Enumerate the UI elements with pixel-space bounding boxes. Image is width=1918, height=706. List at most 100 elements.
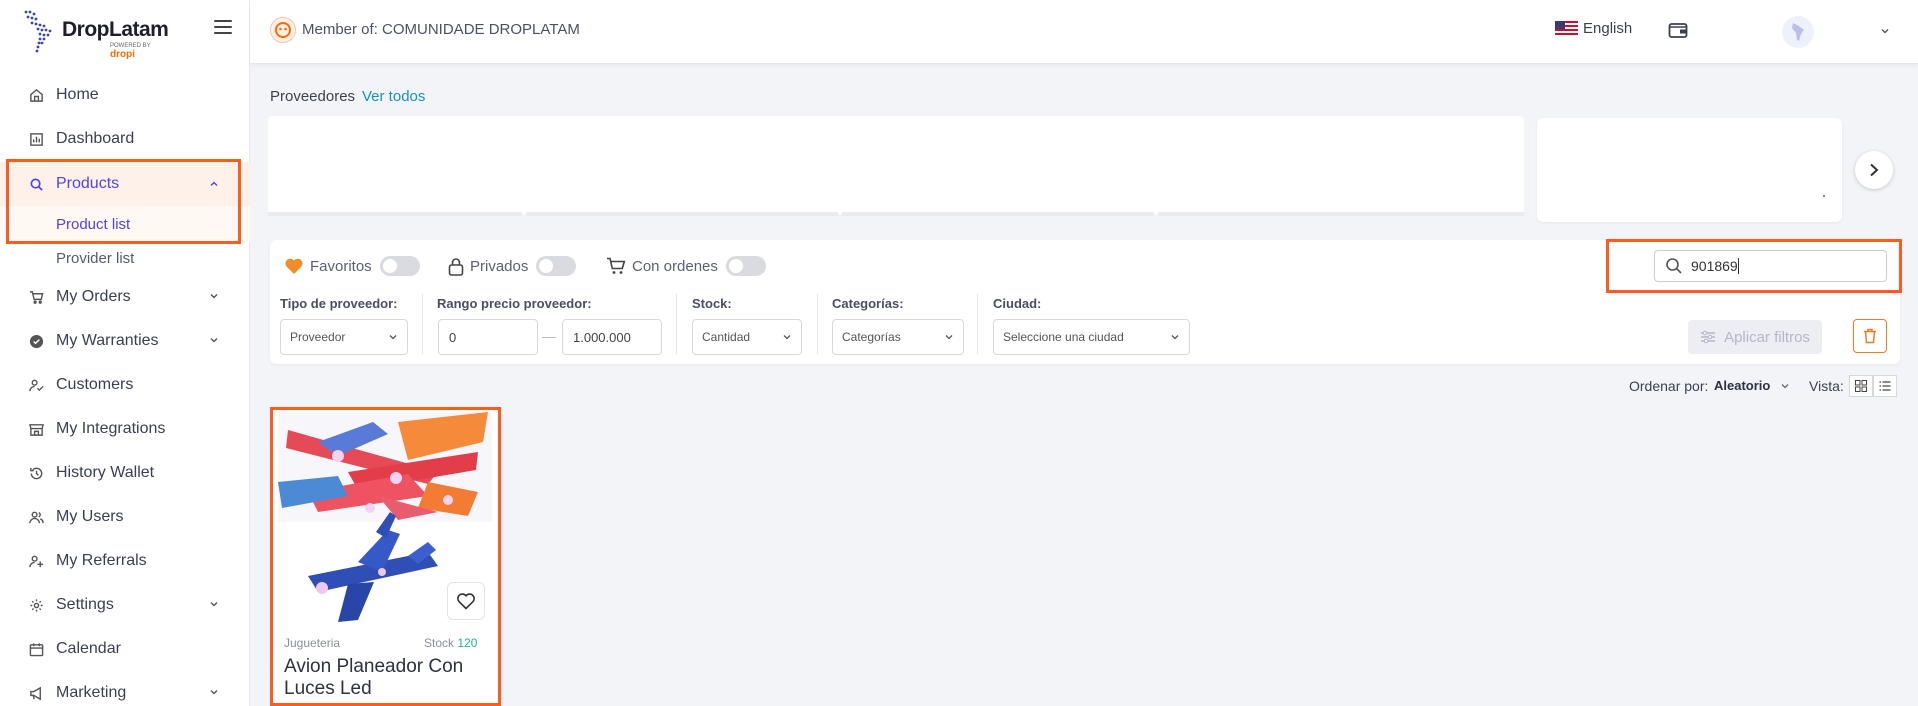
with-orders-toggle[interactable] [725,256,766,276]
brand-powered-name: dropi [110,49,135,60]
view-all-providers-link[interactable]: Ver todos [362,88,425,105]
sidebar-item-my-orders[interactable]: My Orders [0,280,250,314]
provider-type-select[interactable]: Proveedor [280,319,408,355]
apply-filters-button[interactable]: Aplicar filtros [1688,320,1822,354]
megaphone-icon [28,685,44,701]
language-label: English [1583,20,1633,37]
provider-type-label: Tipo de proveedor: [280,296,398,311]
list-view-button[interactable] [1873,375,1897,397]
sidebar-item-my-warranties[interactable]: My Warranties [0,324,250,358]
wallet-icon[interactable] [1668,21,1688,39]
filter-divider [977,294,978,354]
chevron-down-icon [1171,335,1179,340]
favorites-toggle[interactable] [379,256,420,276]
membership-text: Member of: COMUNIDADE DROPLATAM [302,21,580,38]
user-check-icon [28,377,44,393]
language-selector[interactable]: English [1555,20,1632,37]
product-category: Jugueteria [284,636,341,650]
list-icon [1879,381,1891,391]
clear-filters-button[interactable] [1853,319,1887,353]
user-avatar[interactable] [1782,16,1814,48]
categories-select[interactable]: Categorías [832,319,964,355]
filter-divider [422,294,423,354]
latam-map-avatar-icon [1792,23,1804,41]
sidebar-item-label: Calendar [56,640,121,657]
product-search-input[interactable]: 901869 [1654,250,1887,282]
view-label: Vista: [1809,378,1844,394]
sidebar-item-customers[interactable]: Customers [0,368,250,402]
city-label: Ciudad: [993,296,1042,311]
categories-value: Categorías [842,330,901,344]
search-value: 901869 [1691,258,1738,274]
sidebar-item-label: Home [56,86,99,103]
sidebar-item-settings[interactable]: Settings [0,588,250,622]
sidebar-item-my-integrations[interactable]: My Integrations [0,412,250,446]
product-stock: Stock 120 [424,636,477,650]
brand-logo[interactable]: DropLatam POWERED BY dropi [22,6,172,60]
filters-panel: Favoritos Privados Con ordenes 901869 Ti… [270,240,1900,364]
chevron-up-icon [210,181,218,186]
stock-select[interactable]: Cantidad [692,319,802,355]
chevron-down-icon[interactable] [1880,26,1890,36]
stock-label: Stock: [692,296,732,311]
sidebar-item-products[interactable]: Products [0,162,250,206]
top-header: Member of: COMUNIDADE DROPLATAM English [250,0,1918,64]
with-orders-filter: Con ordenes [606,256,766,276]
sidebar-item-label: Marketing [56,684,127,701]
providers-card-edges [268,212,1524,216]
grid-view-button[interactable] [1849,375,1873,397]
users-icon [28,509,44,525]
sidebar-item-label: Products [56,175,120,192]
sidebar-item-my-referrals[interactable]: My Referrals [0,544,250,578]
sidebar-item-my-users[interactable]: My Users [0,500,250,534]
sidebar-subitem-product-list[interactable]: Product list [56,216,130,233]
sidebar-item-label: Settings [56,596,114,613]
categories-label: Categorías: [832,296,904,311]
sidebar-item-calendar[interactable]: Calendar [0,632,250,666]
chevron-down-icon[interactable] [1780,381,1790,391]
store-icon [28,421,44,437]
sidebar-item-history-wallet[interactable]: History Wallet [0,456,250,490]
us-flag-icon [1555,21,1578,36]
provider-type-value: Proveedor [290,330,346,344]
price-max-input[interactable]: 1.000.000 [562,319,662,355]
sidebar-item-dashboard[interactable]: Dashboard [0,122,250,156]
sidebar-item-marketing[interactable]: Marketing [0,676,250,706]
sidebar-subitem-provider-list[interactable]: Provider list [56,250,134,267]
carousel-next-button[interactable] [1855,151,1893,189]
hamburger-menu-icon[interactable] [214,20,232,34]
price-range-label: Rango precio proveedor: [437,296,592,311]
private-toggle[interactable] [536,256,577,276]
sidebar-item-label: Customers [56,376,134,393]
filter-divider [676,294,677,354]
private-filter: Privados [448,256,577,276]
cart-icon [607,257,626,274]
price-min-input[interactable]: 0 [438,319,538,355]
search-icon [1666,258,1682,274]
brand-powered: POWERED BY dropi [110,43,172,60]
home-icon [28,87,44,103]
sort-select[interactable]: Aleatorio [1714,378,1770,393]
chart-icon [28,131,44,147]
city-value: Seleccione una ciudad [1003,330,1124,344]
search-icon [28,176,44,192]
providers-carousel [268,116,1524,216]
product-card[interactable]: Jugueteria Stock 120 Avion Planeador Con… [272,410,498,706]
sidebar-item-label: My Referrals [56,552,147,569]
sort-label: Ordenar por: [1629,378,1709,394]
provider-card[interactable] [1537,118,1842,222]
favorite-button[interactable] [447,582,485,620]
history-icon [28,465,44,481]
trash-icon [1864,328,1876,344]
brand-name: DropLatam [62,18,169,41]
community-avatar-icon [270,17,296,43]
user-plus-icon [28,553,44,569]
apply-filters-label: Aplicar filtros [1724,328,1810,346]
sidebar-item-home[interactable]: Home [0,78,250,112]
product-name[interactable]: Avion Planeador Con Luces Led [284,656,484,700]
price-range-dash [542,337,556,338]
city-select[interactable]: Seleccione una ciudad [993,319,1190,355]
product-image[interactable] [278,412,492,630]
shield-check-icon [28,333,44,349]
latam-map-logo-icon [24,10,52,53]
